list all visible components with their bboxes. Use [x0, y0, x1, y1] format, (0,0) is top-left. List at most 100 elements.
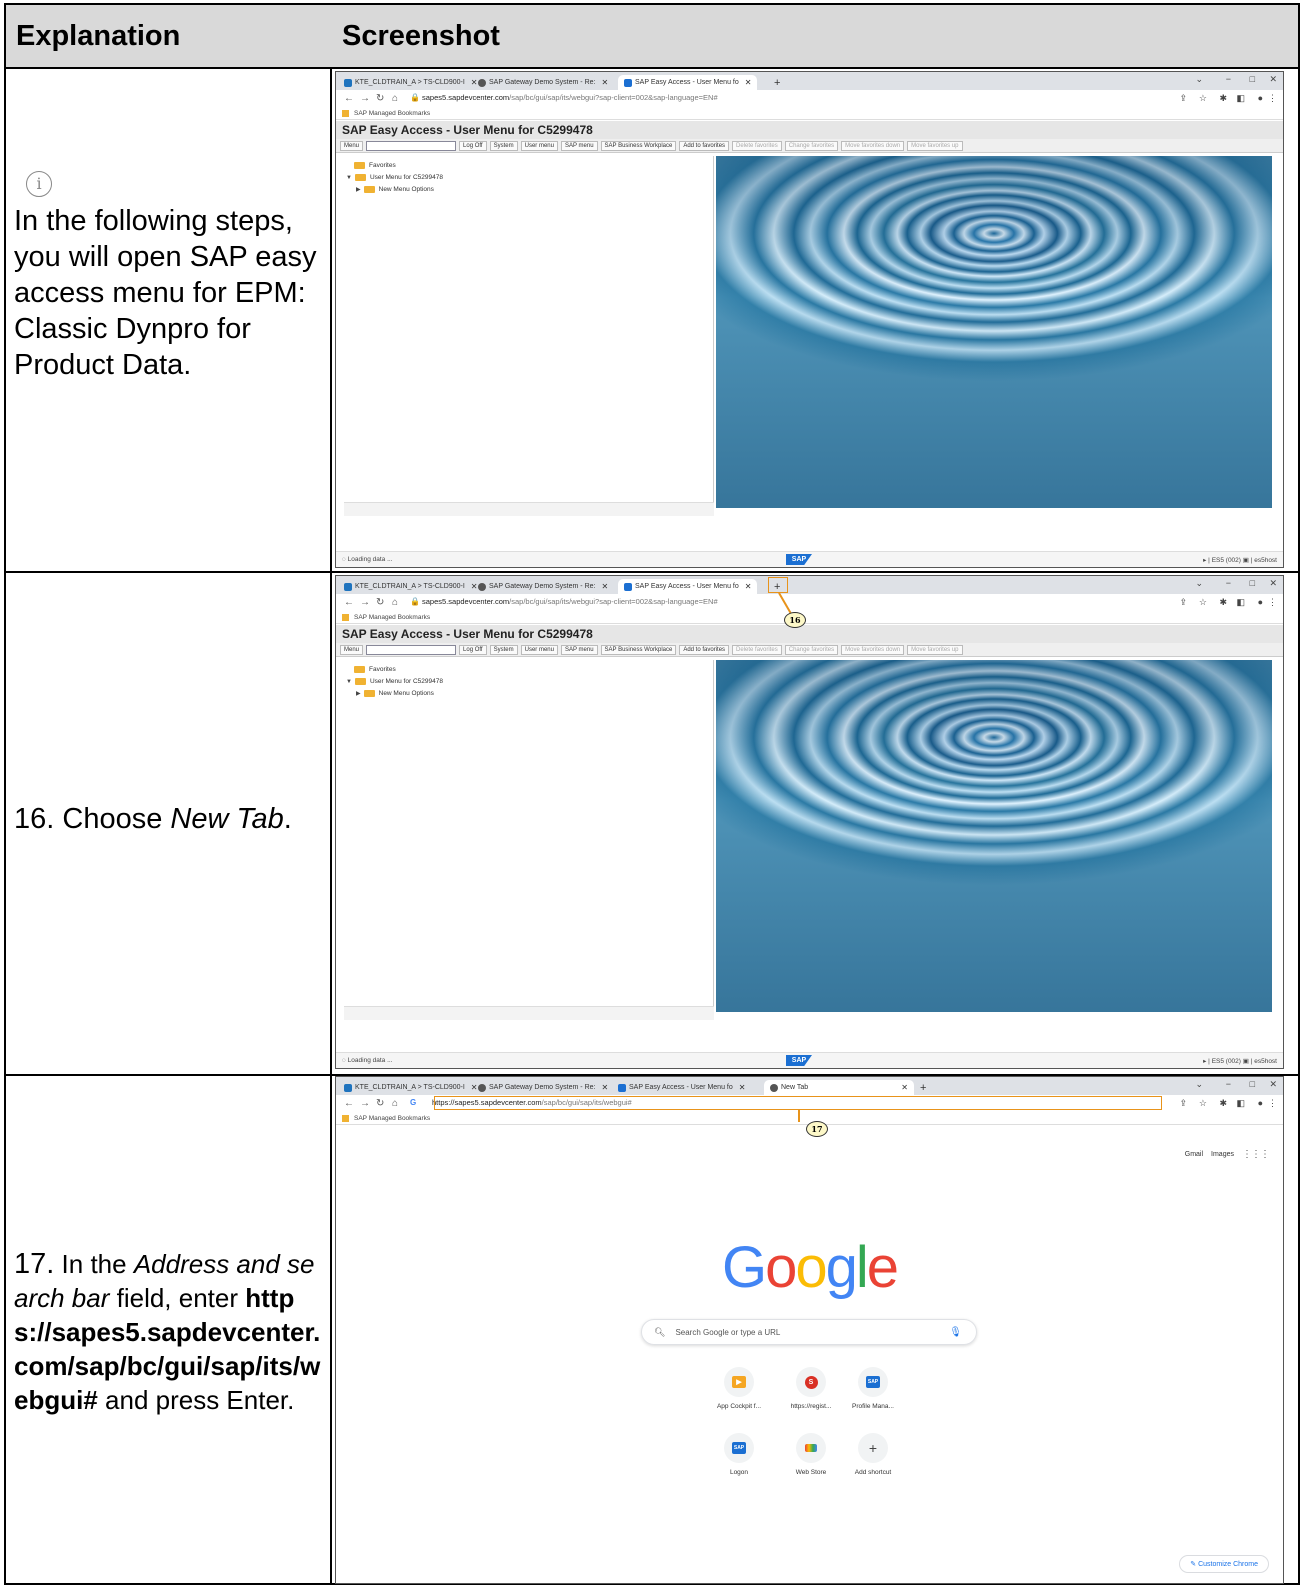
forward-icon[interactable]: →	[360, 597, 370, 608]
tree-item-user-menu[interactable]: ▼ User Menu for C5299478	[346, 174, 443, 181]
back-icon[interactable]: ←	[344, 93, 354, 104]
back-icon[interactable]: ←	[344, 597, 354, 608]
gmail-link[interactable]: Gmail	[1185, 1151, 1203, 1158]
browser-tab-active[interactable]: New Tab ✕	[764, 1080, 914, 1095]
close-icon[interactable]: ✕	[601, 78, 608, 87]
menu-button[interactable]: Menu	[340, 644, 364, 655]
close-icon[interactable]: ✕	[601, 1083, 608, 1092]
browser-tab[interactable]: KTE_CLDTRAIN_A > TS-CLD900-I ✕	[344, 75, 477, 90]
share-icon[interactable]: ⇪	[1179, 597, 1187, 608]
shortcut-tile[interactable]: SAP Logon	[704, 1433, 774, 1476]
browser-tab[interactable]: SAP Easy Access - User Menu fo ✕	[618, 1080, 745, 1095]
minimize-icon[interactable]: −	[1226, 74, 1231, 84]
user-menu-button[interactable]: User menu	[520, 644, 558, 655]
menu-button[interactable]: Menu	[340, 140, 364, 151]
more-icon[interactable]: ⋮	[1268, 93, 1277, 104]
system-button[interactable]: System	[489, 644, 518, 655]
close-icon[interactable]: ✕	[471, 78, 478, 87]
minimize-icon[interactable]: −	[1226, 1079, 1231, 1089]
back-icon[interactable]: ←	[344, 1098, 354, 1109]
chevron-down-icon[interactable]: ⌄	[1195, 578, 1203, 589]
add-favorites-button[interactable]: Add to favorites	[679, 140, 730, 151]
close-icon[interactable]: ✕	[901, 1083, 908, 1092]
maximize-icon[interactable]: □	[1250, 1079, 1255, 1089]
address-bar[interactable]: sapes5.sapdevcenter.com/sap/bc/gui/sap/i…	[422, 597, 718, 606]
images-link[interactable]: Images	[1211, 1151, 1234, 1158]
customize-chrome-button[interactable]: ✎ Customize Chrome	[1179, 1555, 1269, 1573]
user-menu-button[interactable]: User menu	[520, 140, 558, 151]
reload-icon[interactable]: ↻	[376, 597, 384, 608]
close-window-icon[interactable]: ✕	[1269, 74, 1277, 85]
close-window-icon[interactable]: ✕	[1269, 578, 1277, 589]
command-field[interactable]	[366, 644, 457, 655]
apps-grid-icon[interactable]: ⋮⋮⋮	[1242, 1149, 1270, 1160]
minimize-icon[interactable]: −	[1226, 578, 1231, 588]
sidepanel-icon[interactable]: ◧	[1236, 597, 1245, 608]
extensions-icon[interactable]: ✱	[1219, 93, 1227, 104]
browser-tab[interactable]: KTE_CLDTRAIN_A > TS-CLD900-I ✕	[344, 579, 477, 594]
forward-icon[interactable]: →	[360, 1098, 370, 1109]
bookmark-folder[interactable]: SAP Managed Bookmarks	[354, 110, 430, 117]
profile-icon[interactable]: ●	[1258, 597, 1263, 607]
workplace-button[interactable]: SAP Business Workplace	[600, 644, 677, 655]
add-favorites-button[interactable]: Add to favorites	[679, 644, 730, 655]
shortcut-tile[interactable]: ▶ App Cockpit f...	[704, 1367, 774, 1410]
home-icon[interactable]: ⌂	[392, 597, 398, 608]
tree-item-new-menu[interactable]: ▶ New Menu Options	[356, 690, 434, 697]
sidepanel-icon[interactable]: ◧	[1236, 1098, 1245, 1109]
close-window-icon[interactable]: ✕	[1269, 1079, 1277, 1090]
sap-menu-button[interactable]: SAP menu	[560, 644, 598, 655]
star-icon[interactable]: ☆	[1199, 597, 1207, 608]
sidepanel-icon[interactable]: ◧	[1236, 93, 1245, 104]
shortcut-tile[interactable]: Web Store	[776, 1433, 846, 1476]
close-icon[interactable]: ✕	[471, 1083, 478, 1092]
more-icon[interactable]: ⋮	[1268, 597, 1277, 608]
extensions-icon[interactable]: ✱	[1219, 597, 1227, 608]
browser-tab[interactable]: SAP Gateway Demo System - Re: ✕	[478, 1080, 608, 1095]
maximize-icon[interactable]: □	[1250, 578, 1255, 588]
workplace-button[interactable]: SAP Business Workplace	[600, 140, 677, 151]
chevron-down-icon[interactable]: ⌄	[1195, 1079, 1203, 1090]
maximize-icon[interactable]: □	[1250, 74, 1255, 84]
close-icon[interactable]: ✕	[745, 78, 752, 87]
browser-tab[interactable]: SAP Gateway Demo System - Re: ✕	[478, 75, 608, 90]
profile-icon[interactable]: ●	[1258, 93, 1263, 103]
tree-scrollbar[interactable]	[344, 1006, 714, 1020]
browser-tab-active[interactable]: SAP Easy Access - User Menu fo ✕	[618, 579, 758, 594]
home-icon[interactable]: ⌂	[392, 1098, 398, 1109]
microphone-icon[interactable]: 🎙︎	[949, 1327, 962, 1338]
shortcut-tile[interactable]: SAP Profile Mana...	[838, 1367, 908, 1410]
logoff-button[interactable]: Log Off	[459, 644, 487, 655]
tree-scrollbar[interactable]	[344, 502, 714, 516]
close-icon[interactable]: ✕	[471, 582, 478, 591]
forward-icon[interactable]: →	[360, 93, 370, 104]
add-shortcut-button[interactable]: + Add shortcut	[838, 1433, 908, 1476]
sap-menu-button[interactable]: SAP menu	[560, 140, 598, 151]
extensions-icon[interactable]: ✱	[1219, 1098, 1227, 1109]
command-field[interactable]	[366, 140, 457, 151]
tree-item-favorites[interactable]: Favorites	[354, 666, 396, 673]
share-icon[interactable]: ⇪	[1179, 1098, 1187, 1109]
browser-tab[interactable]: SAP Gateway Demo System - Re: ✕	[478, 579, 608, 594]
bookmark-folder[interactable]: SAP Managed Bookmarks	[354, 1115, 430, 1122]
share-icon[interactable]: ⇪	[1179, 93, 1187, 104]
star-icon[interactable]: ☆	[1199, 93, 1207, 104]
tree-item-favorites[interactable]: Favorites	[354, 162, 396, 169]
shortcut-tile[interactable]: S https://regist...	[776, 1367, 846, 1410]
home-icon[interactable]: ⌂	[392, 93, 398, 104]
tree-item-new-menu[interactable]: ▶ New Menu Options	[356, 186, 434, 193]
star-icon[interactable]: ☆	[1199, 1098, 1207, 1109]
search-input[interactable]: 🔍︎ Search Google or type a URL 🎙︎	[641, 1319, 977, 1345]
reload-icon[interactable]: ↻	[376, 93, 384, 104]
more-icon[interactable]: ⋮	[1268, 1098, 1277, 1109]
browser-tab[interactable]: KTE_CLDTRAIN_A > TS-CLD900-I ✕	[344, 1080, 477, 1095]
chevron-down-icon[interactable]: ⌄	[1195, 74, 1203, 85]
reload-icon[interactable]: ↻	[376, 1098, 384, 1109]
close-icon[interactable]: ✕	[739, 1083, 746, 1092]
tree-item-user-menu[interactable]: ▼ User Menu for C5299478	[346, 678, 443, 685]
profile-icon[interactable]: ●	[1258, 1098, 1263, 1108]
system-button[interactable]: System	[489, 140, 518, 151]
close-icon[interactable]: ✕	[745, 582, 752, 591]
bookmark-folder[interactable]: SAP Managed Bookmarks	[354, 614, 430, 621]
address-bar[interactable]: sapes5.sapdevcenter.com/sap/bc/gui/sap/i…	[422, 93, 718, 102]
